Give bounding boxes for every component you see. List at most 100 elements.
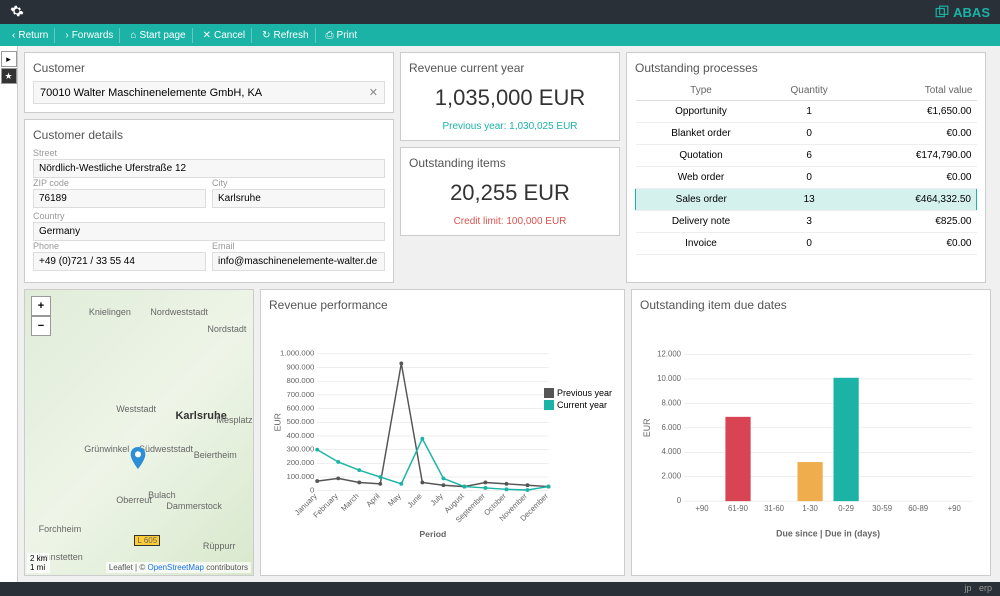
street-label: Street <box>33 148 385 158</box>
svg-text:200.000: 200.000 <box>286 458 314 467</box>
svg-text:600.000: 600.000 <box>286 403 314 412</box>
map-city-label: Oberreut <box>116 495 152 505</box>
svg-text:800.000: 800.000 <box>286 376 314 385</box>
revenue-panel: Revenue current year 1,035,000 EUR Previ… <box>400 52 620 141</box>
map-city-label: Grünwinkel <box>84 444 129 454</box>
osm-link[interactable]: OpenStreetMap <box>147 563 203 572</box>
refresh-button[interactable]: ↻Refresh <box>256 28 315 43</box>
revenue-value: 1,035,000 EUR <box>409 85 611 111</box>
outstanding-items-value: 20,255 EUR <box>409 180 611 206</box>
svg-text:Due since | Due in (days): Due since | Due in (days) <box>776 528 880 538</box>
svg-text:700.000: 700.000 <box>286 390 314 399</box>
map-scale: 2 km1 mi <box>27 553 50 573</box>
details-panel: Customer details Street Nördlich-Westlic… <box>24 119 394 283</box>
customer-value: 70010 Walter Maschinenelemente GmbH, KA <box>40 87 262 99</box>
table-row[interactable]: Invoice0€0.00 <box>636 233 977 255</box>
table-row[interactable]: Web order0€0.00 <box>636 167 977 189</box>
credit-limit: Credit limit: 100,000 EUR <box>409 216 611 227</box>
status-system: erp <box>979 583 992 593</box>
customer-input[interactable]: 70010 Walter Maschinenelemente GmbH, KA … <box>33 81 385 104</box>
email-field[interactable]: info@maschinenelemente-walter.de <box>212 252 385 271</box>
street-field[interactable]: Nördlich-Westliche Uferstraße 12 <box>33 159 385 178</box>
col-qty: Quantity <box>767 81 852 101</box>
country-field[interactable]: Germany <box>33 222 385 241</box>
svg-text:July: July <box>429 491 445 507</box>
map-city-label: Nordweststadt <box>150 307 208 317</box>
table-row[interactable]: Quotation6€174,790.00 <box>636 145 977 167</box>
svg-text:April: April <box>364 491 381 508</box>
return-button[interactable]: ‹Return <box>6 28 55 43</box>
map-city-label: Mesplatz <box>217 415 253 425</box>
svg-text:400.000: 400.000 <box>286 431 314 440</box>
table-row[interactable]: Opportunity1€1,650.00 <box>636 101 977 123</box>
map-city-label: Nordstadt <box>207 324 246 334</box>
app-topbar: ABAS <box>0 0 1000 24</box>
svg-text:30-59: 30-59 <box>872 504 892 513</box>
svg-text:60-89: 60-89 <box>908 504 928 513</box>
country-label: Country <box>33 211 385 221</box>
print-button[interactable]: ⎙Print <box>320 28 364 43</box>
map-pin-icon <box>130 447 146 472</box>
sidebar-tab-expand[interactable]: ▸ <box>1 51 17 67</box>
table-row[interactable]: Blanket order0€0.00 <box>636 123 977 145</box>
svg-text:June: June <box>406 492 424 510</box>
city-label: City <box>212 178 385 188</box>
svg-text:+90: +90 <box>948 504 962 513</box>
map-city-label: Dammerstock <box>166 501 222 511</box>
svg-text:2.000: 2.000 <box>662 472 682 481</box>
home-icon: ⌂ <box>130 30 136 41</box>
due-dates-panel: Outstanding item due dates 02.0004.0006.… <box>631 289 991 576</box>
line-chart-legend: Previous year Current year <box>544 388 612 412</box>
map-city-label: Südweststadt <box>139 444 193 454</box>
zip-field[interactable]: 76189 <box>33 189 206 208</box>
svg-text:500.000: 500.000 <box>286 417 314 426</box>
cancel-button[interactable]: ✕Cancel <box>197 28 253 43</box>
zoom-out-button[interactable]: − <box>31 316 51 336</box>
print-icon: ⎙ <box>326 30 334 41</box>
svg-text:61-90: 61-90 <box>728 504 749 513</box>
svg-text:+90: +90 <box>695 504 709 513</box>
revenue-title: Revenue current year <box>409 61 611 75</box>
svg-text:May: May <box>386 491 403 508</box>
zip-label: ZIP code <box>33 178 206 188</box>
email-label: Email <box>212 241 385 251</box>
table-row[interactable]: Delivery note3€825.00 <box>636 211 977 233</box>
phone-label: Phone <box>33 241 206 251</box>
city-field[interactable]: Karlsruhe <box>212 189 385 208</box>
customer-panel: Customer 70010 Walter Maschinenelemente … <box>24 52 394 113</box>
map-attribution: Leaflet | © OpenStreetMap contributors <box>106 562 251 573</box>
svg-text:6.000: 6.000 <box>662 423 682 432</box>
forwards-button[interactable]: ›Forwards <box>59 28 120 43</box>
map-city-label: Rüppurr <box>203 541 236 551</box>
brand-logo: ABAS <box>935 5 990 20</box>
svg-text:10.000: 10.000 <box>657 374 682 383</box>
svg-text:100.000: 100.000 <box>286 472 314 481</box>
table-row[interactable]: Sales order13€464,332.50 <box>636 189 977 211</box>
col-total: Total value <box>852 81 977 101</box>
processes-table: Type Quantity Total value Opportunity1€1… <box>635 81 977 255</box>
outstanding-items-title: Outstanding items <box>409 156 611 170</box>
map-panel[interactable]: + − KnielingenNordweststadtNordstadtWest… <box>24 289 254 576</box>
start-page-button[interactable]: ⌂Start page <box>124 28 192 43</box>
outstanding-items-panel: Outstanding items 20,255 EUR Credit limi… <box>400 147 620 236</box>
svg-text:1.000.000: 1.000.000 <box>280 349 314 358</box>
sidebar-tabs: ▸ ★ <box>0 46 18 582</box>
sidebar-tab-star[interactable]: ★ <box>1 68 17 84</box>
col-type: Type <box>636 81 767 101</box>
phone-field[interactable]: +49 (0)721 / 33 55 44 <box>33 252 206 271</box>
revenue-perf-title: Revenue performance <box>269 298 616 312</box>
chevron-left-icon: ‹ <box>12 30 15 41</box>
due-dates-title: Outstanding item due dates <box>640 298 982 312</box>
map-city-label: L 605 <box>134 535 160 546</box>
map-city-label: Knielingen <box>89 307 131 317</box>
gear-icon[interactable] <box>10 4 24 21</box>
clear-icon[interactable]: ✕ <box>369 86 378 99</box>
svg-text:1-30: 1-30 <box>802 504 818 513</box>
close-icon: ✕ <box>203 30 211 41</box>
svg-text:Period: Period <box>419 529 446 539</box>
svg-text:900.000: 900.000 <box>286 362 314 371</box>
zoom-in-button[interactable]: + <box>31 296 51 316</box>
svg-text:0-29: 0-29 <box>838 504 854 513</box>
due-dates-bar-chart: 02.0004.0006.0008.00010.00012.000+9061-9… <box>640 318 982 567</box>
revenue-line-chart: 0100.000200.000300.000400.000500.000600.… <box>269 318 616 567</box>
